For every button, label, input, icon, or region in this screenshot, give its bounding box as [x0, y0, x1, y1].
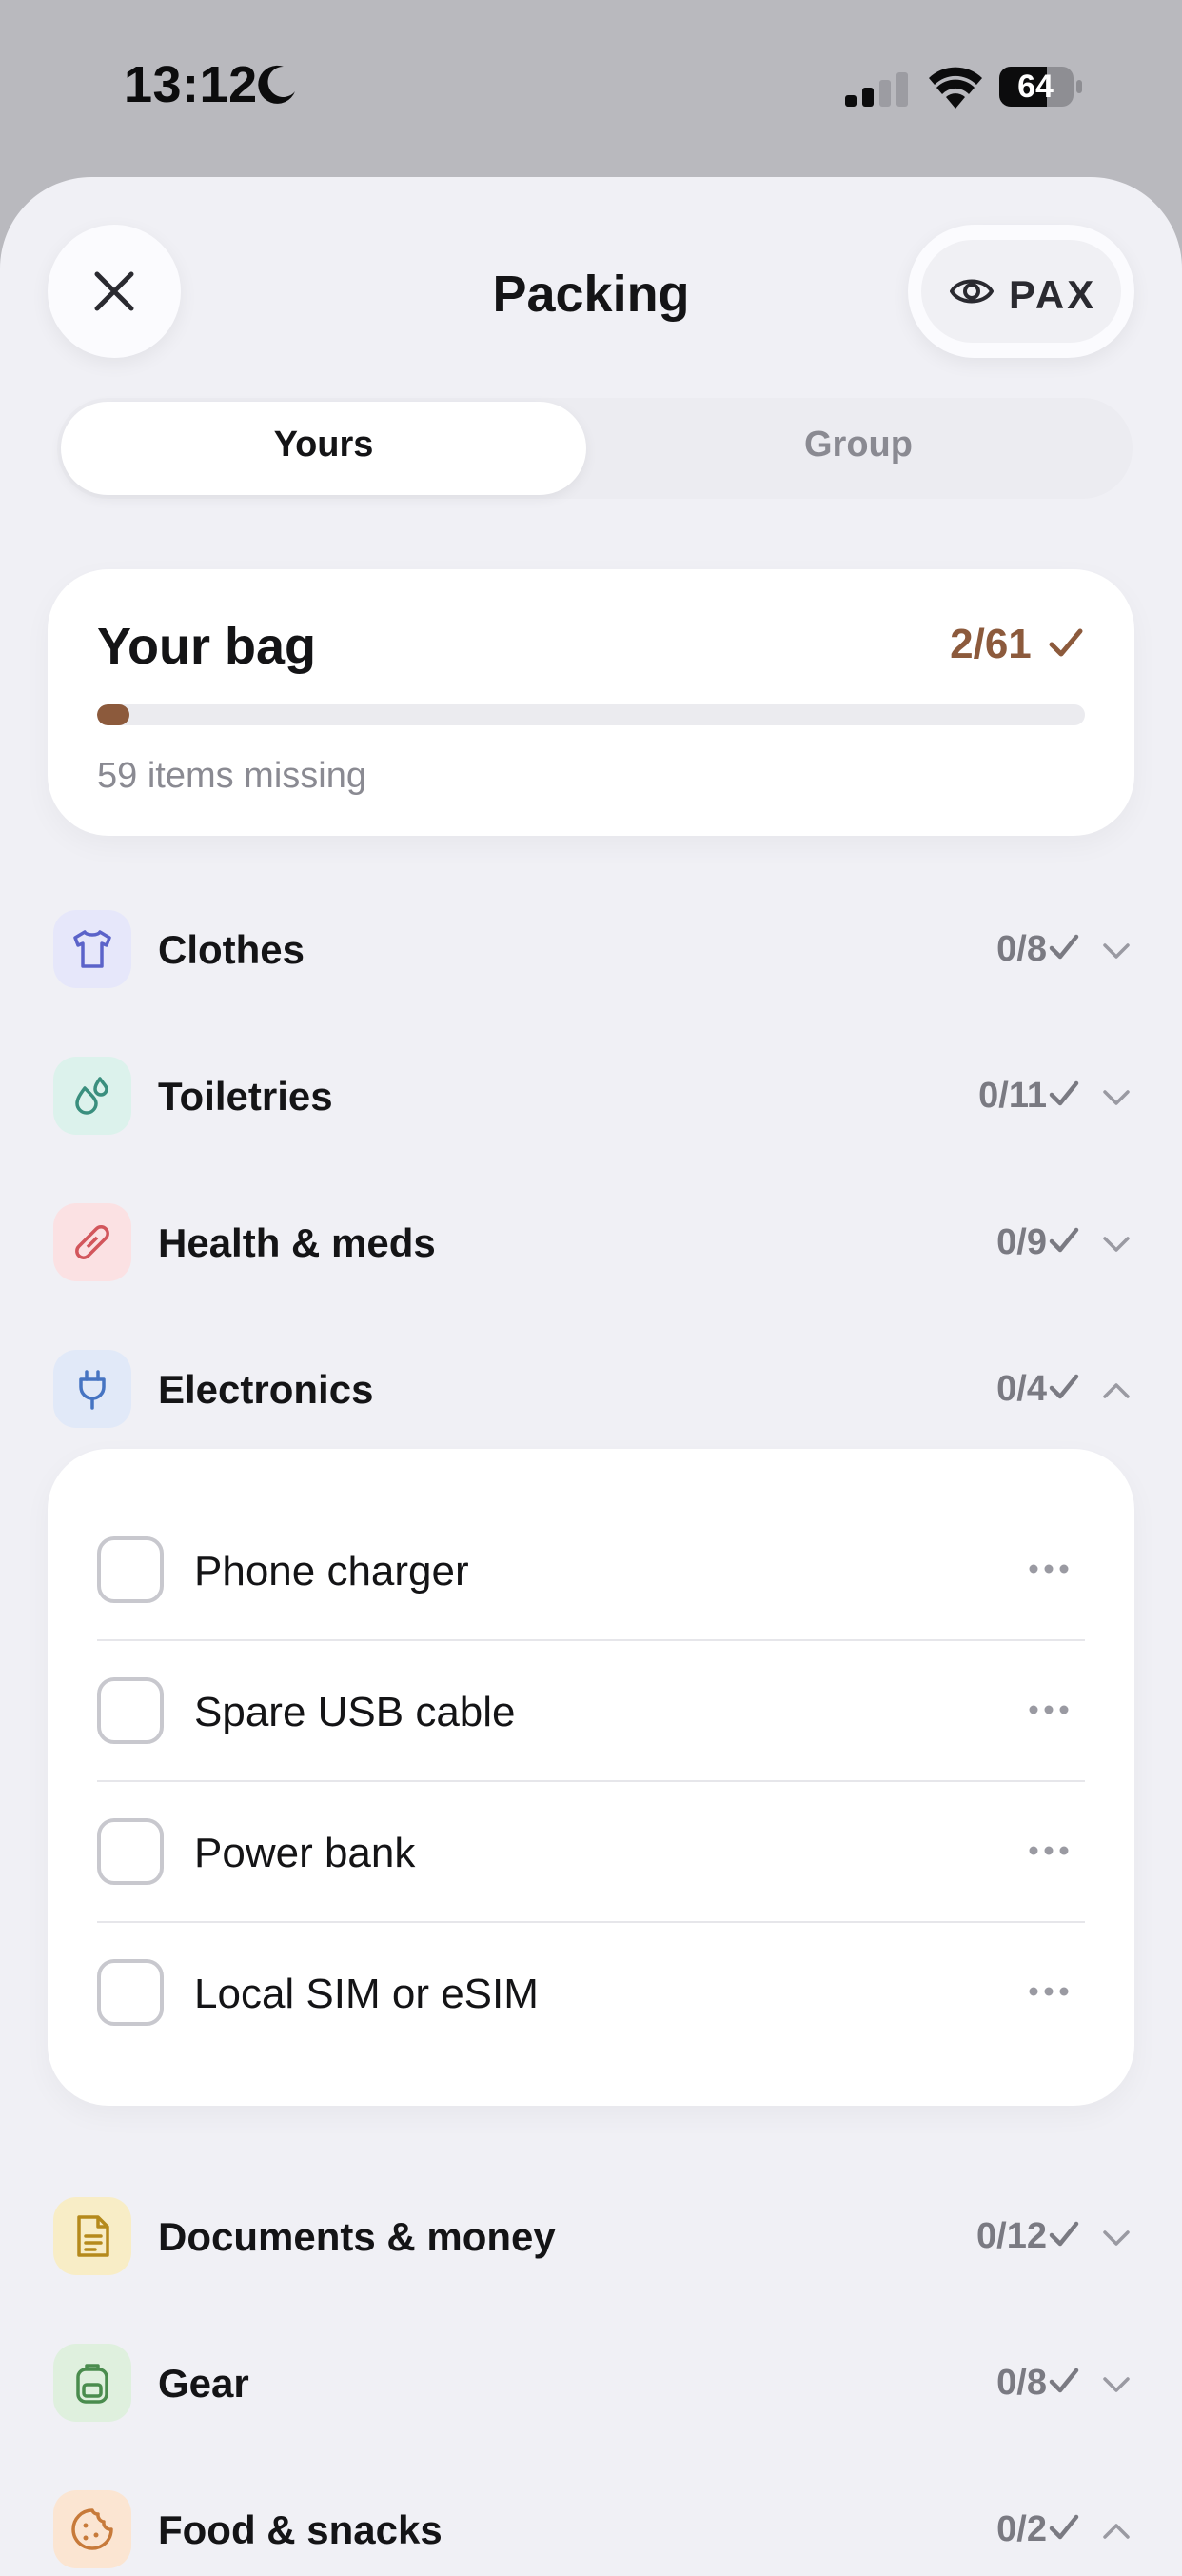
item-checkbox[interactable] [97, 1536, 164, 1603]
item-checkbox[interactable] [97, 1818, 164, 1885]
bandage-icon [53, 1203, 131, 1281]
category-count: 0/8 [996, 2363, 1047, 2403]
bag-count: 2/61 [950, 621, 1083, 668]
check-icon [1049, 1080, 1079, 1106]
category-label: Gear [158, 2361, 249, 2406]
list-scope-tabs: Yours Group [57, 398, 1133, 499]
category-electronics[interactable]: Electronics 0/4 [53, 1350, 1133, 1430]
item-label: Phone charger [194, 1548, 469, 1595]
category-count: 0/2 [996, 2509, 1047, 2549]
check-icon [1049, 1374, 1079, 1399]
shirt-icon [53, 910, 131, 988]
pax-button-container: PAX [908, 225, 1134, 358]
item-checkbox[interactable] [97, 1959, 164, 2026]
item-checkbox[interactable] [97, 1677, 164, 1744]
status-time: 13:12 [124, 56, 258, 113]
more-icon[interactable] [1028, 1563, 1070, 1575]
more-icon[interactable] [1028, 1845, 1070, 1856]
category-documents-money[interactable]: Documents & money 0/12 [53, 2197, 1133, 2277]
cookie-icon [53, 2490, 131, 2568]
check-icon [1049, 1227, 1079, 1253]
status-bar: 13:12 64 [0, 0, 1182, 171]
bag-progress-bar [97, 704, 1085, 725]
item-label: Spare USB cable [194, 1689, 516, 1735]
category-count: 0/8 [996, 929, 1047, 969]
category-label: Health & meds [158, 1220, 436, 1265]
chevron-down-icon [1103, 2377, 1130, 2392]
chevron-down-icon [1103, 943, 1130, 959]
item-label: Power bank [194, 1830, 416, 1876]
category-toiletries[interactable]: Toiletries 0/11 [53, 1057, 1133, 1137]
tab-group[interactable]: Group [596, 425, 1121, 466]
chevron-up-icon [1103, 1383, 1130, 1398]
droplets-icon [53, 1057, 131, 1135]
check-icon [1049, 2221, 1079, 2247]
backpack-icon [53, 2344, 131, 2422]
packing-sheet: Packing PAX Yours Group Your bag 2/61 59… [0, 177, 1182, 2576]
item-label: Local SIM or eSIM [194, 1971, 539, 2017]
category-gear[interactable]: Gear 0/8 [53, 2344, 1133, 2424]
bag-progress-fill [97, 704, 130, 725]
eye-icon [950, 279, 994, 304]
check-icon [1049, 2514, 1079, 2540]
moon-icon [258, 65, 295, 104]
check-icon [1049, 628, 1083, 657]
chevron-down-icon [1103, 1237, 1130, 1252]
pax-view-button[interactable]: PAX [921, 240, 1121, 343]
list-item[interactable]: Spare USB cable [97, 1641, 1085, 1782]
tab-yours[interactable]: Yours [61, 425, 586, 466]
electronics-items-card: Phone charger Spare USB cable Power bank… [48, 1449, 1134, 2106]
category-health-meds[interactable]: Health & meds 0/9 [53, 1203, 1133, 1283]
category-clothes[interactable]: Clothes 0/8 [53, 910, 1133, 990]
wifi-icon [929, 67, 982, 109]
category-count: 0/4 [996, 1369, 1047, 1409]
category-count: 0/12 [976, 2216, 1047, 2256]
category-label: Electronics [158, 1367, 374, 1412]
check-icon [1049, 934, 1079, 960]
plug-icon [53, 1350, 131, 1428]
more-icon[interactable] [1028, 1986, 1070, 1997]
category-label: Clothes [158, 927, 305, 972]
pax-label: PAX [1009, 272, 1097, 317]
bag-summary-card: Your bag 2/61 59 items missing [48, 569, 1134, 836]
category-food-snacks[interactable]: Food & snacks 0/2 [53, 2490, 1133, 2570]
chevron-down-icon [1103, 1090, 1130, 1105]
bag-missing-text: 59 items missing [97, 756, 366, 796]
list-item[interactable]: Phone charger [97, 1500, 1085, 1641]
list-item[interactable]: Power bank [97, 1782, 1085, 1923]
list-item[interactable]: Local SIM or eSIM [97, 1923, 1085, 2064]
bag-title: Your bag [97, 618, 317, 675]
chevron-down-icon [1103, 2230, 1130, 2246]
category-label: Toiletries [158, 1074, 333, 1119]
more-icon[interactable] [1028, 1704, 1070, 1715]
category-count: 0/11 [978, 1076, 1047, 1116]
category-label: Documents & money [158, 2214, 556, 2259]
chevron-up-icon [1103, 2524, 1130, 2539]
document-icon [53, 2197, 131, 2275]
category-count: 0/9 [996, 1222, 1047, 1262]
battery-level: 64 [1017, 69, 1054, 105]
check-icon [1049, 2368, 1079, 2393]
category-label: Food & snacks [158, 2507, 443, 2552]
bag-count-value: 2/61 [950, 621, 1032, 667]
cellular-signal-icon [845, 72, 908, 107]
